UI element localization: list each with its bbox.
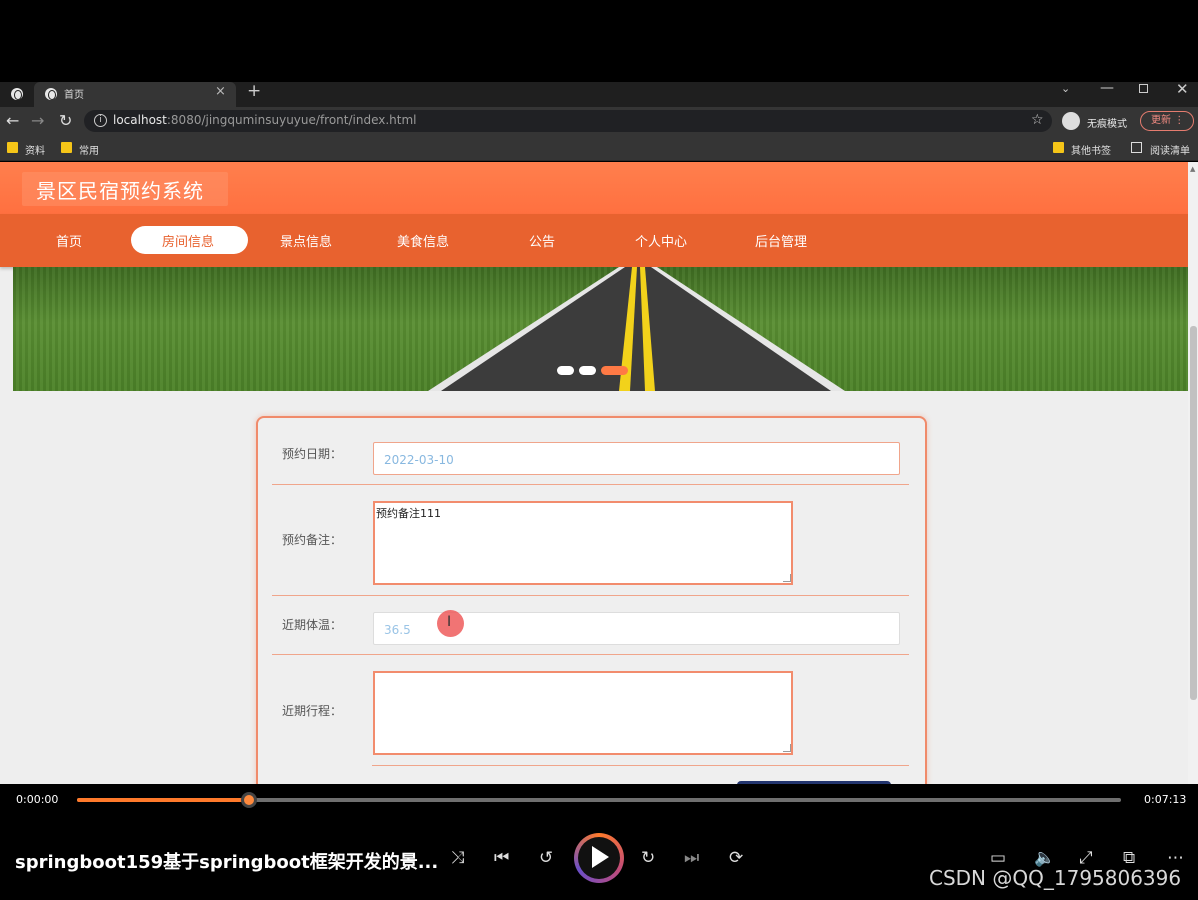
carousel-dot-active[interactable] <box>601 366 628 375</box>
seek-progress <box>77 798 249 802</box>
bookmarks-bar <box>0 137 1198 161</box>
screen: 首页 × + ⌄ — ✕ ← → ↻ i localhost:8080/jing… <box>0 0 1198 900</box>
url-text[interactable]: localhost:8080/jingquminsuyuyue/front/in… <box>113 113 417 127</box>
back-icon[interactable]: ← <box>6 111 19 130</box>
date-label: 预约日期： <box>282 447 343 461</box>
window-close-icon[interactable]: ✕ <box>1176 80 1189 98</box>
maximize-icon[interactable] <box>1139 84 1148 93</box>
folder-icon <box>61 142 72 153</box>
row-divider <box>272 484 909 485</box>
forward-30-icon[interactable]: ↻ <box>641 848 655 868</box>
bookmark-star-icon[interactable]: ☆ <box>1031 112 1044 128</box>
nav-rooms[interactable]: 房间信息 <box>162 231 214 250</box>
browser-globe-icon[interactable] <box>11 88 23 100</box>
site-info-icon[interactable]: i <box>94 114 107 127</box>
row-divider <box>372 765 909 766</box>
shuffle-icon[interactable]: ⤨ <box>451 848 465 868</box>
more-options-icon[interactable]: ⋯ <box>1167 848 1184 868</box>
other-bookmarks[interactable]: 其他书签 <box>1071 142 1111 157</box>
subtitles-icon[interactable]: ▭ <box>990 848 1006 868</box>
update-button[interactable]: 更新 ⋮ <box>1140 111 1194 131</box>
trip-textarea[interactable] <box>373 671 793 755</box>
folder-icon <box>7 142 18 153</box>
remark-label: 预约备注： <box>282 533 343 547</box>
tab-search-icon[interactable]: ⌄ <box>1061 82 1070 95</box>
incognito-icon <box>1062 112 1080 130</box>
scroll-thumb[interactable] <box>1190 326 1197 700</box>
current-time: 0:00:00 <box>16 793 59 806</box>
update-label: 更新 <box>1151 115 1171 126</box>
temperature-label: 近期体温： <box>282 618 343 632</box>
play-icon <box>592 846 609 868</box>
seek-handle[interactable] <box>241 792 257 808</box>
new-tab-icon[interactable]: + <box>247 81 261 101</box>
minimize-icon[interactable]: — <box>1100 80 1114 96</box>
site-title: 景区民宿预约系统 <box>36 179 204 203</box>
fullscreen-icon[interactable]: ⤢ <box>1079 848 1093 868</box>
trip-label: 近期行程： <box>282 704 343 718</box>
nav-notice[interactable]: 公告 <box>529 231 555 250</box>
incognito-label: 无痕模式 <box>1087 119 1127 130</box>
row-divider <box>272 595 909 596</box>
carousel-dot[interactable] <box>557 366 574 375</box>
scroll-up-icon[interactable]: ▲ <box>1190 165 1195 173</box>
picture-in-picture-icon[interactable]: ⧉ <box>1123 848 1135 868</box>
nav-scenic[interactable]: 景点信息 <box>280 231 332 250</box>
date-input[interactable]: 2022-03-10 <box>373 442 900 475</box>
reading-list[interactable]: 阅读清单 <box>1150 142 1190 157</box>
nav-home[interactable]: 首页 <box>56 231 82 250</box>
rewind-10-icon[interactable]: ↺ <box>539 848 553 868</box>
resize-handle-icon[interactable] <box>783 744 791 752</box>
folder-icon <box>1053 142 1064 153</box>
nav-profile[interactable]: 个人中心 <box>635 231 687 250</box>
next-icon[interactable]: ⏭ <box>684 848 699 868</box>
volume-icon[interactable]: 🔈 <box>1034 848 1055 868</box>
row-divider <box>272 654 909 655</box>
url-path: :8080/jingquminsuyuyue/front/index.html <box>166 113 417 127</box>
csdn-watermark: CSDN @QQ_1795806396 <box>929 866 1182 890</box>
nav-admin[interactable]: 后台管理 <box>755 231 807 250</box>
nav-food[interactable]: 美食信息 <box>397 231 449 250</box>
video-title: springboot159基于springboot框架开发的景... <box>15 852 439 873</box>
tab-title: 首页 <box>64 90 84 101</box>
resize-handle-icon[interactable] <box>783 574 791 582</box>
forward-icon[interactable]: → <box>31 111 44 130</box>
bookmark-folder-changyong[interactable]: 常用 <box>79 142 99 157</box>
repeat-icon[interactable]: ⟳ <box>729 848 743 868</box>
reading-list-icon <box>1131 142 1142 153</box>
tab-close-icon[interactable]: × <box>215 84 226 99</box>
more-menu-icon[interactable]: ⋮ <box>1174 115 1184 126</box>
tab-favicon-icon <box>45 88 57 100</box>
carousel-dot[interactable] <box>579 366 596 375</box>
remark-textarea[interactable]: 预约备注111 <box>373 501 793 585</box>
total-time: 0:07:13 <box>1144 793 1187 806</box>
bookmark-folder-ziliao[interactable]: 资料 <box>25 142 45 157</box>
reload-icon[interactable]: ↻ <box>59 111 72 130</box>
previous-icon[interactable]: ⏮ <box>494 848 509 868</box>
url-host: localhost <box>113 113 167 127</box>
text-cursor-icon: I <box>447 614 452 630</box>
